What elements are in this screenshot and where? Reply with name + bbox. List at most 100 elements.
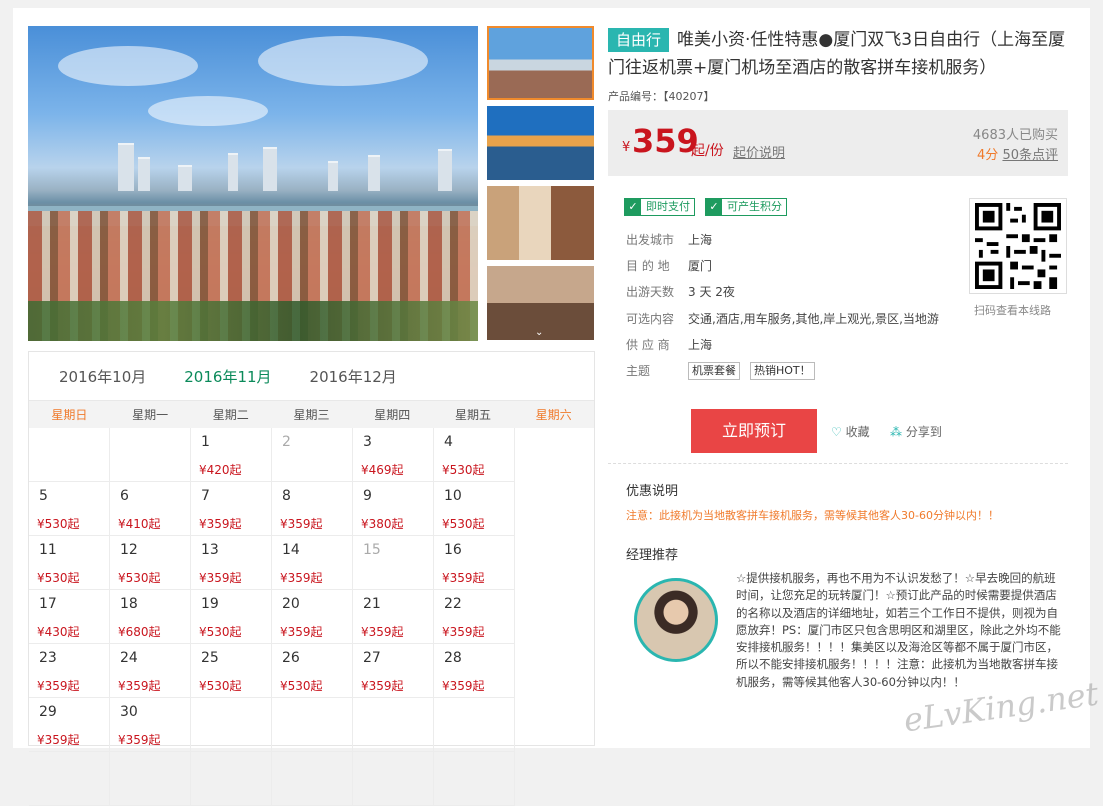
calendar-day[interactable]: 13 ¥359起 — [191, 536, 272, 590]
day-number: 28 — [444, 650, 462, 666]
weekday-label: 星期五 — [454, 408, 491, 422]
day-number: 27 — [363, 650, 381, 666]
product-title-text: 唯美小资·任性特惠●厦门双飞3日自由行（上海至厦门往返机票+厦门机场至酒店的散客… — [608, 30, 1066, 78]
calendar-day[interactable]: 16 ¥359起 — [434, 536, 515, 590]
calendar-day — [434, 752, 515, 806]
prop-key: 主题 — [626, 364, 651, 379]
book-now-button[interactable]: 立即预订 — [691, 409, 817, 453]
weekday-label: 星期二 — [212, 408, 249, 422]
prop-options: 可选内容 交通,酒店,用车服务,其他,岸上观光,景区,当地游 — [626, 305, 939, 331]
thumbnail-1[interactable] — [487, 26, 594, 100]
day-price: ¥530起 — [37, 571, 80, 585]
theme-tag[interactable]: 机票套餐 — [688, 361, 740, 380]
price-box: ¥ 359 起/份 起价说明 4683人已购买 4分 50条点评 — [608, 110, 1068, 176]
calendar-day — [272, 752, 353, 806]
chevron-down-icon[interactable]: ⌄ — [535, 327, 543, 338]
day-price: ¥530起 — [280, 679, 323, 693]
calendar-day[interactable]: 4 ¥530起 — [434, 428, 515, 482]
day-number: 22 — [444, 596, 462, 612]
weekday-label: 星期三 — [293, 408, 330, 422]
favorite-button[interactable]: ♡ 收藏 — [831, 423, 870, 440]
rating: 4分 50条点评 — [977, 144, 1058, 163]
thumbnail-4[interactable]: ⌄ — [487, 266, 594, 340]
calendar-day[interactable]: 12 ¥530起 — [110, 536, 191, 590]
calendar-day[interactable]: 10 ¥530起 — [434, 482, 515, 536]
calendar-day[interactable]: 19 ¥530起 — [191, 590, 272, 644]
calendar-day[interactable]: 17 ¥430起 — [29, 590, 110, 644]
day-price: ¥359起 — [361, 679, 404, 693]
calendar-day[interactable]: 27 ¥359起 — [353, 644, 434, 698]
product-code: 产品编号：【40207】 — [608, 90, 715, 103]
calendar-day[interactable]: 21 ¥359起 — [353, 590, 434, 644]
calendar-day — [29, 428, 110, 482]
prop-value: 3 天 2夜 — [688, 285, 735, 300]
price-explain-link[interactable]: 起价说明 — [733, 142, 785, 161]
calendar-day[interactable]: 24 ¥359起 — [110, 644, 191, 698]
day-price: ¥359起 — [280, 517, 323, 531]
calendar-day[interactable]: 1 ¥420起 — [191, 428, 272, 482]
day-number: 17 — [39, 596, 57, 612]
calendar-day[interactable]: 8 ¥359起 — [272, 482, 353, 536]
month-tabs: 2016年10月 2016年11月 2016年12月 — [29, 352, 594, 400]
calendar-day — [29, 752, 110, 806]
qr-code — [969, 198, 1067, 294]
calendar-day[interactable]: 25 ¥530起 — [191, 644, 272, 698]
price-unit: 起/份 — [691, 143, 724, 159]
tab-month-2[interactable]: 2016年11月 — [184, 366, 271, 387]
currency-symbol: ¥ — [622, 140, 631, 155]
share-button[interactable]: ⁂ 分享到 — [890, 423, 942, 440]
calendar-day[interactable]: 3 ¥469起 — [353, 428, 434, 482]
thumbnail-3[interactable] — [487, 186, 594, 260]
check-icon: ✓ — [625, 199, 641, 215]
tab-month-3[interactable]: 2016年12月 — [310, 366, 397, 387]
reviews-link[interactable]: 50条点评 — [1002, 148, 1058, 163]
calendar-day[interactable]: 11 ¥530起 — [29, 536, 110, 590]
calendar-day: 15 — [353, 536, 434, 590]
day-price: ¥530起 — [442, 463, 485, 477]
calendar-day[interactable]: 5 ¥530起 — [29, 482, 110, 536]
day-number: 14 — [282, 542, 300, 558]
calendar-day[interactable]: 14 ¥359起 — [272, 536, 353, 590]
calendar-day[interactable]: 18 ¥680起 — [110, 590, 191, 644]
rating-score: 4分 — [977, 148, 999, 163]
heart-icon: ♡ — [831, 425, 842, 439]
weekday-label: 星期一 — [132, 408, 169, 422]
calendar-day — [434, 698, 515, 752]
day-price: ¥359起 — [199, 517, 242, 531]
weekday-label: 星期四 — [374, 408, 411, 422]
calendar-day[interactable]: 28 ¥359起 — [434, 644, 515, 698]
day-price: ¥530起 — [118, 571, 161, 585]
day-number: 20 — [282, 596, 300, 612]
day-price: ¥530起 — [37, 517, 80, 531]
calendar-day[interactable]: 20 ¥359起 — [272, 590, 353, 644]
day-price: ¥359起 — [118, 679, 161, 693]
tab-month-1[interactable]: 2016年10月 — [59, 366, 146, 387]
calendar-day[interactable]: 23 ¥359起 — [29, 644, 110, 698]
day-number: 25 — [201, 650, 219, 666]
thumbnail-2[interactable] — [487, 106, 594, 180]
calendar-day[interactable]: 6 ¥410起 — [110, 482, 191, 536]
calendar-day[interactable]: 26 ¥530起 — [272, 644, 353, 698]
calendar-day[interactable]: 29 ¥359起 — [29, 698, 110, 752]
day-price: ¥359起 — [442, 625, 485, 639]
favorite-label: 收藏 — [845, 425, 870, 439]
day-price: ¥410起 — [118, 517, 161, 531]
prop-value: 厦门 — [688, 258, 713, 273]
calendar-day — [353, 752, 434, 806]
day-price: ¥359起 — [37, 733, 80, 747]
calendar-day[interactable]: 30 ¥359起 — [110, 698, 191, 752]
day-number: 29 — [39, 704, 57, 720]
day-price: ¥359起 — [361, 625, 404, 639]
calendar-day — [353, 698, 434, 752]
day-price: ¥469起 — [361, 463, 404, 477]
theme-tag[interactable]: 热销HOT！ — [750, 361, 815, 380]
calendar-day[interactable]: 7 ¥359起 — [191, 482, 272, 536]
main-photo — [28, 26, 478, 341]
prop-days: 出游天数 3 天 2夜 — [626, 279, 939, 305]
product-properties: 出发城市 上海 目 的 地 厦门 出游天数 3 天 2夜 可选内容 交通,酒店,用车服务… — [626, 226, 939, 384]
day-number: 1 — [201, 434, 210, 450]
calendar-day[interactable]: 22 ¥359起 — [434, 590, 515, 644]
day-price: ¥430起 — [37, 625, 80, 639]
thumbnail-strip: ⌄ — [487, 26, 594, 346]
calendar-day[interactable]: 9 ¥380起 — [353, 482, 434, 536]
